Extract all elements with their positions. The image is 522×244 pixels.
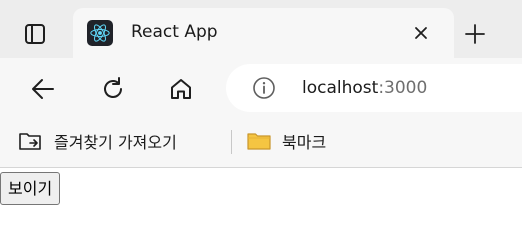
close-icon[interactable]: [409, 21, 433, 45]
info-icon[interactable]: [252, 76, 276, 100]
folder-import-icon: [19, 133, 41, 150]
tab-actions-icon[interactable]: [21, 20, 49, 48]
address-bar[interactable]: localhost:3000: [226, 64, 522, 112]
url-port: :3000: [378, 78, 428, 98]
tab-title: React App: [131, 22, 218, 42]
refresh-icon[interactable]: [98, 74, 128, 104]
show-button[interactable]: 보이기: [0, 172, 61, 205]
tab-react-app[interactable]: React App: [73, 8, 454, 58]
react-logo-icon: [87, 20, 113, 46]
back-arrow-icon[interactable]: [28, 74, 58, 104]
navigation-bar: localhost:3000: [0, 58, 522, 118]
bookmark-label: 즐겨찾기 가져오기: [54, 133, 177, 152]
bookmark-label: 북마크: [282, 133, 327, 152]
bookmark-separator: [231, 130, 232, 154]
plus-icon[interactable]: [461, 20, 489, 48]
url-host: localhost: [302, 78, 379, 98]
bookmark-import-favorites[interactable]: 즐겨찾기 가져오기: [18, 125, 177, 157]
home-icon[interactable]: [166, 74, 196, 104]
bookmark-folder-bookmarks[interactable]: 북마크: [246, 125, 326, 157]
folder-icon: [247, 133, 271, 150]
url-text: localhost:3000: [302, 78, 427, 98]
bookmarks-bar: 즐겨찾기 가져오기 북마크: [0, 118, 522, 168]
tab-strip: React App: [0, 0, 522, 58]
